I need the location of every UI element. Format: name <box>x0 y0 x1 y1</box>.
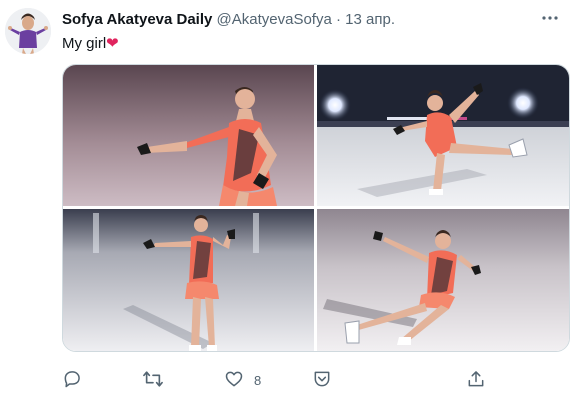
display-name[interactable]: Sofya Akatyeva Daily <box>62 11 212 28</box>
avatar[interactable] <box>5 8 51 54</box>
photo-4[interactable] <box>317 209 569 351</box>
upload-button[interactable] <box>466 366 486 394</box>
tweet-text: My girl❤ <box>62 34 119 52</box>
share-icon <box>312 369 332 392</box>
like-button[interactable]: 8 <box>224 366 261 394</box>
retweet-button[interactable] <box>142 366 164 394</box>
share-button[interactable] <box>312 366 332 394</box>
like-count: 8 <box>254 372 262 388</box>
tweet-body: My girl <box>62 35 107 52</box>
upload-icon <box>466 369 486 392</box>
tweet-header: Sofya Akatyeva Daily @AkatyevaSofya · 13… <box>62 11 562 31</box>
separator-dot: · <box>336 11 341 28</box>
avatar-image <box>5 8 51 54</box>
photo-2[interactable] <box>317 65 569 206</box>
more-options-icon[interactable] <box>538 8 562 28</box>
photo-1[interactable] <box>63 65 314 206</box>
photo-3[interactable] <box>63 209 314 351</box>
tweet-actions: 8 <box>62 366 532 394</box>
tweet-date[interactable]: 13 апр. <box>345 11 395 28</box>
reply-icon <box>62 369 82 392</box>
like-icon <box>224 369 244 392</box>
heart-emoji: ❤ <box>106 35 119 52</box>
retweet-icon <box>142 369 164 392</box>
media-grid <box>62 64 570 352</box>
reply-button[interactable] <box>62 366 82 394</box>
user-handle[interactable]: @AkatyevaSofya <box>217 11 332 28</box>
